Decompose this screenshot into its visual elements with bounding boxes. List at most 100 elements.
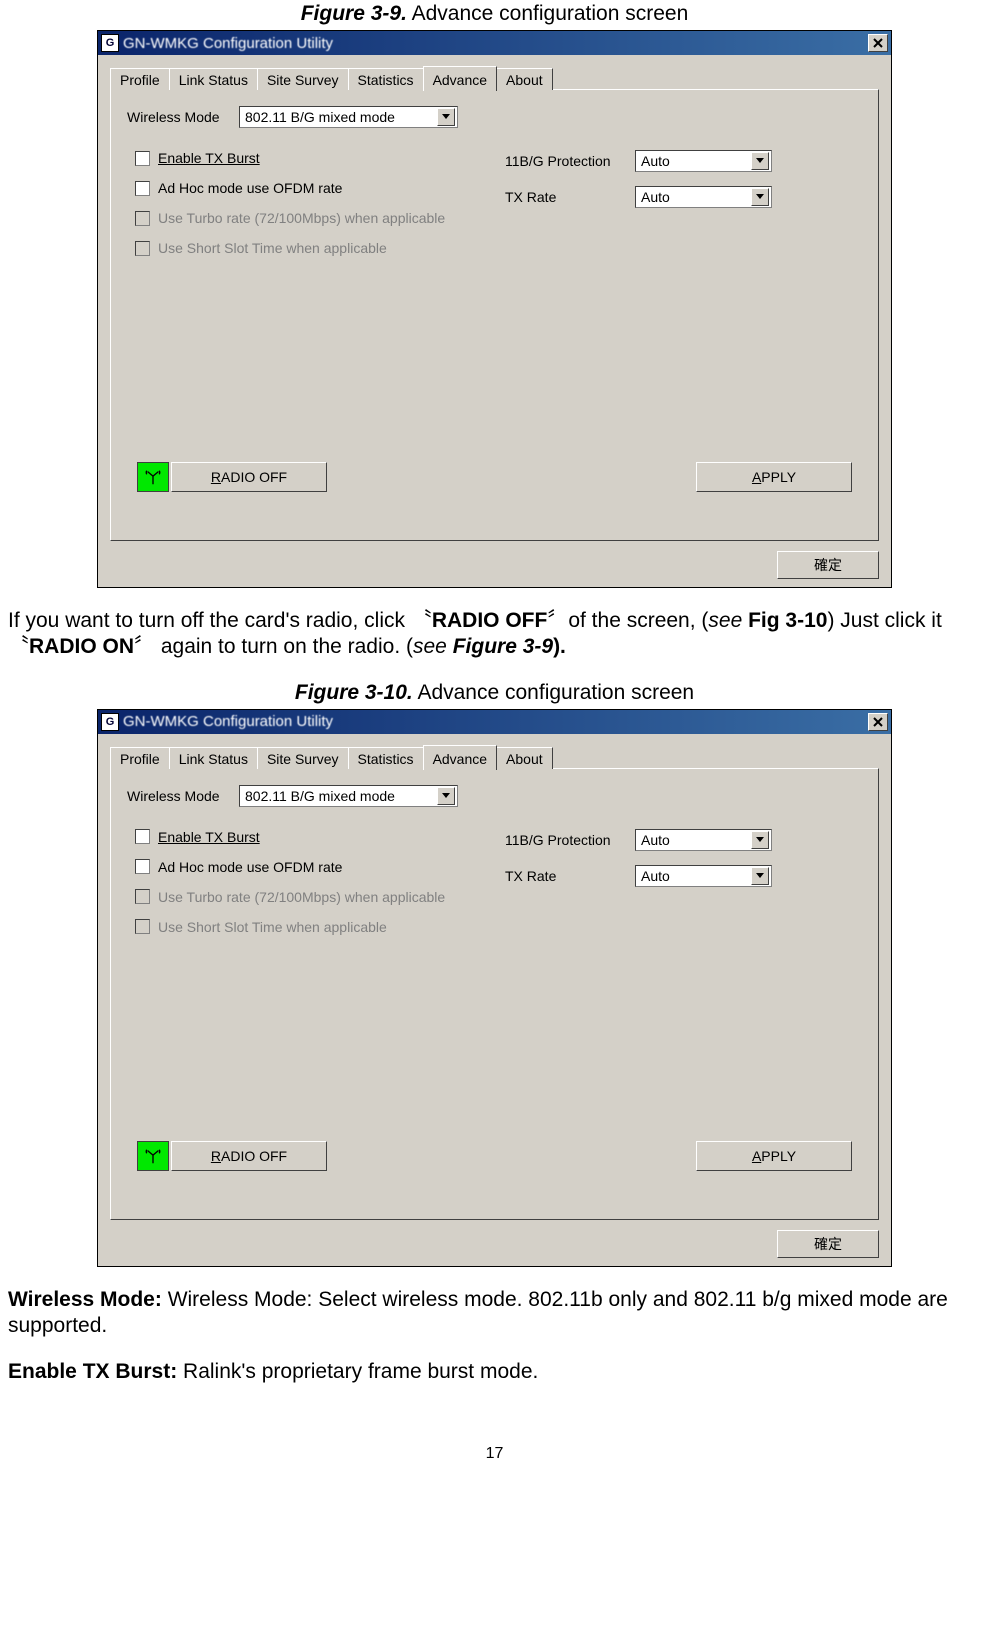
antenna-icon <box>144 468 162 486</box>
protection-select[interactable]: Auto <box>635 150 772 172</box>
checkbox-icon <box>135 181 150 196</box>
tab-link-status[interactable]: Link Status <box>169 747 258 769</box>
tab-profile[interactable]: Profile <box>110 747 170 769</box>
dropdown-arrow <box>751 152 769 170</box>
checkbox-icon <box>135 889 150 904</box>
figure-title: Advance configuration screen <box>412 2 689 25</box>
radio-toggle-button[interactable]: RADIO OFF <box>171 1141 327 1171</box>
close-button[interactable] <box>868 34 888 52</box>
enable-tx-burst-checkbox[interactable]: Enable TX Burst <box>135 829 505 845</box>
protection-label: 11B/G Protection <box>505 153 635 169</box>
chevron-down-icon <box>756 158 764 164</box>
paragraph-radio-off-on: If you want to turn off the card's radio… <box>8 608 981 661</box>
window-figure-3-9: G GN-WMKG Configuration Utility Profile … <box>97 30 892 588</box>
close-icon <box>873 717 883 727</box>
tab-statistics[interactable]: Statistics <box>348 68 424 90</box>
tab-site-survey[interactable]: Site Survey <box>257 747 349 769</box>
dropdown-arrow <box>751 831 769 849</box>
adhoc-ofdm-checkbox[interactable]: Ad Hoc mode use OFDM rate <box>135 180 505 196</box>
titlebar: G GN-WMKG Configuration Utility <box>98 710 891 734</box>
shortslot-label: Use Short Slot Time when applicable <box>158 240 387 256</box>
adhoc-label: Ad Hoc mode use OFDM rate <box>158 859 342 875</box>
checkbox-icon <box>135 241 150 256</box>
tx-burst-label: Enable TX Burst <box>158 829 260 845</box>
tab-about[interactable]: About <box>496 747 553 769</box>
tx-burst-label: Enable TX Burst <box>158 150 260 166</box>
chevron-down-icon <box>756 194 764 200</box>
txrate-label: TX Rate <box>505 189 635 205</box>
close-button[interactable] <box>868 713 888 731</box>
turbo-label: Use Turbo rate (72/100Mbps) when applica… <box>158 889 445 905</box>
checkbox-icon <box>135 919 150 934</box>
protection-label: 11B/G Protection <box>505 832 635 848</box>
close-icon <box>873 38 883 48</box>
window-title: GN-WMKG Configuration Utility <box>123 35 868 52</box>
short-slot-checkbox: Use Short Slot Time when applicable <box>135 240 505 256</box>
figure-3-10-caption: Figure 3-10. Advance configuration scree… <box>8 681 981 705</box>
enable-tx-burst-checkbox[interactable]: Enable TX Burst <box>135 150 505 166</box>
wireless-mode-value: 802.11 B/G mixed mode <box>245 788 437 804</box>
figure-number: Figure 3-10. <box>295 681 413 704</box>
chevron-down-icon <box>756 873 764 879</box>
advance-panel: Wireless Mode 802.11 B/G mixed mode Enab… <box>110 89 879 541</box>
antenna-icon <box>144 1147 162 1165</box>
tab-about[interactable]: About <box>496 68 553 90</box>
protection-value: Auto <box>641 832 751 848</box>
app-icon: G <box>101 713 119 731</box>
radio-indicator <box>137 1141 169 1171</box>
ok-button[interactable]: 確定 <box>777 1230 879 1258</box>
dropdown-arrow <box>437 787 455 805</box>
adhoc-label: Ad Hoc mode use OFDM rate <box>158 180 342 196</box>
window-figure-3-10: G GN-WMKG Configuration Utility Profile … <box>97 709 892 1267</box>
wireless-mode-label: Wireless Mode <box>127 788 239 804</box>
window-title: GN-WMKG Configuration Utility <box>123 713 868 730</box>
dropdown-arrow <box>751 867 769 885</box>
checkbox-icon <box>135 859 150 874</box>
app-icon: G <box>101 34 119 52</box>
radio-indicator <box>137 462 169 492</box>
checkbox-icon <box>135 211 150 226</box>
wireless-mode-label: Wireless Mode <box>127 109 239 125</box>
radio-button-text: RADIO OFF <box>211 469 287 485</box>
tabbar: Profile Link Status Site Survey Statisti… <box>110 744 879 769</box>
checkbox-icon <box>135 829 150 844</box>
tab-advance[interactable]: Advance <box>423 66 497 91</box>
protection-value: Auto <box>641 153 751 169</box>
chevron-down-icon <box>756 837 764 843</box>
apply-button-text: APPLY <box>752 469 796 485</box>
figure-3-9-caption: Figure 3-9. Advance configuration screen <box>8 2 981 26</box>
apply-button[interactable]: APPLY <box>696 462 852 492</box>
tab-link-status[interactable]: Link Status <box>169 68 258 90</box>
chevron-down-icon <box>442 793 450 799</box>
tab-statistics[interactable]: Statistics <box>348 747 424 769</box>
tx-burst-description: Enable TX Burst: Ralink's proprietary fr… <box>8 1359 981 1385</box>
figure-title: Advance configuration screen <box>417 681 694 704</box>
txrate-value: Auto <box>641 868 751 884</box>
tab-site-survey[interactable]: Site Survey <box>257 68 349 90</box>
tab-advance[interactable]: Advance <box>423 745 497 770</box>
wireless-mode-select[interactable]: 802.11 B/G mixed mode <box>239 106 458 128</box>
dropdown-arrow <box>751 188 769 206</box>
titlebar: G GN-WMKG Configuration Utility <box>98 31 891 55</box>
ok-button[interactable]: 確定 <box>777 551 879 579</box>
figure-number: Figure 3-9. <box>301 2 407 25</box>
shortslot-label: Use Short Slot Time when applicable <box>158 919 387 935</box>
radio-toggle-button[interactable]: RADIO OFF <box>171 462 327 492</box>
txrate-select[interactable]: Auto <box>635 186 772 208</box>
tab-profile[interactable]: Profile <box>110 68 170 90</box>
turbo-rate-checkbox: Use Turbo rate (72/100Mbps) when applica… <box>135 210 505 226</box>
apply-button[interactable]: APPLY <box>696 1141 852 1171</box>
turbo-label: Use Turbo rate (72/100Mbps) when applica… <box>158 210 445 226</box>
apply-button-text: APPLY <box>752 1148 796 1164</box>
wireless-mode-value: 802.11 B/G mixed mode <box>245 109 437 125</box>
radio-button-text: RADIO OFF <box>211 1148 287 1164</box>
txrate-value: Auto <box>641 189 751 205</box>
short-slot-checkbox: Use Short Slot Time when applicable <box>135 919 505 935</box>
page-number: 17 <box>8 1445 981 1463</box>
wireless-mode-select[interactable]: 802.11 B/G mixed mode <box>239 785 458 807</box>
chevron-down-icon <box>442 114 450 120</box>
txrate-select[interactable]: Auto <box>635 865 772 887</box>
advance-panel: Wireless Mode 802.11 B/G mixed mode Enab… <box>110 768 879 1220</box>
adhoc-ofdm-checkbox[interactable]: Ad Hoc mode use OFDM rate <box>135 859 505 875</box>
protection-select[interactable]: Auto <box>635 829 772 851</box>
